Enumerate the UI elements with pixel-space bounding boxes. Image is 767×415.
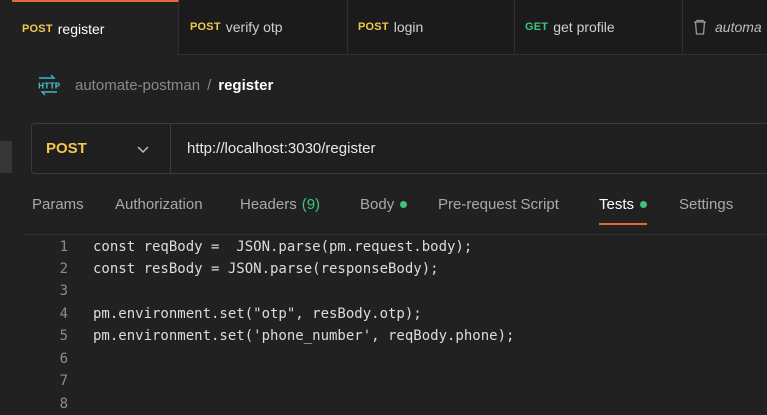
tests-indicator-dot [640, 201, 648, 208]
tab-label: get profile [553, 19, 615, 35]
code-line: 2 const resBody = JSON.parse(responseBod… [24, 258, 439, 280]
sidebar-strip [0, 0, 12, 406]
tab-label: automa [715, 19, 762, 35]
code-line: 1 const reqBody = JSON.parse(pm.request.… [24, 236, 473, 258]
trash-icon [694, 19, 706, 35]
tab-authorization[interactable]: Authorization [115, 186, 203, 223]
code-line: 6 [24, 348, 93, 370]
line-number: 4 [59, 306, 68, 322]
tab-method: GET [525, 21, 549, 33]
tab-tests-label: Tests [599, 196, 635, 213]
tab-method: POST [22, 22, 53, 35]
tab-body[interactable]: Body [360, 186, 408, 223]
code-line: 3 [24, 280, 93, 302]
svg-text:HTTP: HTTP [38, 82, 60, 91]
code-text: const resBody = JSON.parse(responseBody)… [93, 261, 439, 277]
breadcrumb-request[interactable]: register [218, 77, 273, 94]
request-tab-bar: POST register POST verify otp POST login… [12, 0, 767, 55]
tab-settings[interactable]: Settings [679, 186, 733, 223]
line-number: 1 [59, 239, 68, 255]
breadcrumb-separator: / [207, 76, 212, 94]
line-number: 3 [59, 283, 68, 299]
url-bar: POST http://localhost:3030/register [31, 123, 767, 174]
code-text: pm.environment.set("otp", resBody.otp); [93, 306, 422, 322]
code-line: 5 pm.environment.set('phone_number', req… [24, 325, 515, 347]
body-indicator-dot [400, 201, 408, 208]
tab-pre-request-script[interactable]: Pre-request Script [438, 186, 559, 223]
code-line: 4 pm.environment.set("otp", resBody.otp)… [24, 303, 422, 325]
tab-label: login [393, 19, 424, 35]
tab-label: register [57, 20, 105, 37]
breadcrumb: HTTP automate-postman / register [36, 72, 273, 98]
code-line: 7 [24, 370, 93, 392]
breadcrumb-collection[interactable]: automate-postman [75, 77, 200, 94]
method-select[interactable]: POST [32, 124, 171, 173]
tab-get-profile[interactable]: GET get profile [515, 0, 683, 54]
tab-login[interactable]: POST login [348, 0, 515, 54]
tab-tests[interactable]: Tests [599, 186, 648, 225]
tab-method: POST [190, 21, 221, 33]
tab-pre-request-label: Pre-request Script [438, 196, 559, 213]
line-number: 5 [59, 328, 68, 344]
line-number: 2 [59, 261, 68, 277]
code-line: 8 [24, 393, 93, 415]
tab-label: verify otp [225, 19, 283, 35]
url-input[interactable]: http://localhost:3030/register [187, 124, 375, 173]
tab-automa[interactable]: automa [683, 0, 767, 54]
tab-method: POST [358, 21, 389, 33]
tab-register[interactable]: POST register [12, 0, 179, 55]
code-text: pm.environment.set('phone_number', reqBo… [93, 328, 515, 344]
tab-headers[interactable]: Headers (9) [240, 186, 320, 223]
line-number: 6 [59, 351, 68, 367]
line-number: 7 [59, 373, 68, 389]
tab-settings-label: Settings [679, 196, 734, 213]
tab-verify-otp[interactable]: POST verify otp [180, 0, 348, 54]
tab-params[interactable]: Params [32, 186, 84, 223]
tests-code-editor[interactable]: 1 const reqBody = JSON.parse(pm.request.… [24, 234, 767, 412]
sidebar-selection-marker [0, 141, 12, 173]
tab-params-label: Params [32, 196, 84, 213]
line-number: 8 [59, 396, 68, 412]
tab-body-label: Body [360, 196, 395, 213]
tab-authorization-label: Authorization [115, 196, 203, 213]
chevron-down-icon [137, 146, 149, 154]
http-icon: HTTP [38, 74, 60, 96]
code-text: const reqBody = JSON.parse(pm.request.bo… [93, 239, 473, 255]
method-label: POST [46, 140, 87, 157]
tab-headers-label: Headers [240, 196, 297, 213]
headers-count-badge: (9) [301, 196, 321, 213]
